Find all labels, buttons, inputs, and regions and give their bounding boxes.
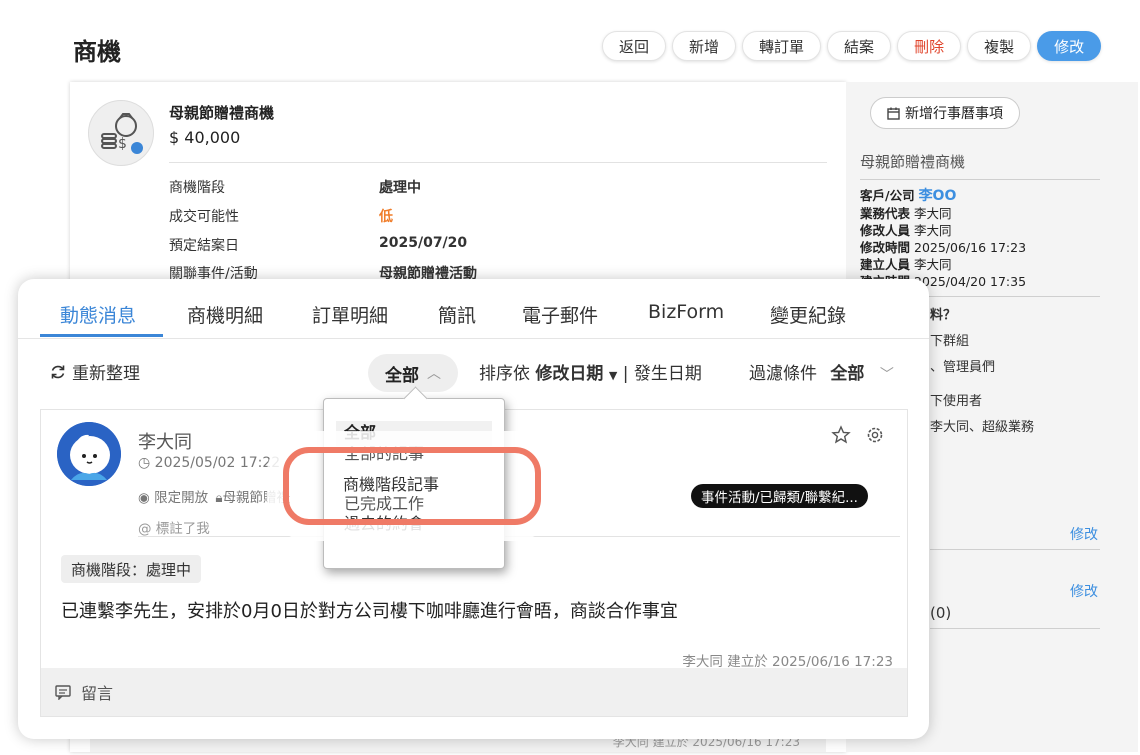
field-label: 預定結案日 xyxy=(169,238,239,254)
post-author[interactable]: 李大同 xyxy=(138,428,192,454)
meta-label: 修改人員 xyxy=(860,223,911,238)
comment-label: 留言 xyxy=(81,684,114,703)
field-row-close-date: 預定結案日 2025/07/20 xyxy=(169,235,467,255)
post-actions xyxy=(831,425,885,445)
panel-deal-title: 母親節贈禮商機 xyxy=(860,153,966,171)
field-value: 處理中 xyxy=(379,180,421,196)
field-row-probability: 成交可能性 低 xyxy=(169,206,393,226)
tag-me-link[interactable]: @ 標註了我 xyxy=(138,517,210,537)
edit-button[interactable]: 修改 xyxy=(1037,31,1102,61)
post-time: ◷ 2025/05/02 17:22 xyxy=(138,455,280,471)
field-label: 成交可能性 xyxy=(169,209,239,225)
chevron-up-icon: ︿ xyxy=(427,366,441,382)
panel-partial-text: (0) xyxy=(930,604,952,622)
filter-label: 過濾條件 xyxy=(749,364,817,384)
top-action-bar: 返回 新增 轉訂單 結案 刪除 複製 修改 xyxy=(602,31,1102,61)
field-row-stage: 商機階段 處理中 xyxy=(169,177,421,197)
meta-label: 業務代表 xyxy=(860,206,911,221)
meta-label: 客戶/公司 xyxy=(860,188,915,203)
tab-bizform[interactable]: BizForm xyxy=(648,301,724,323)
gear-icon[interactable] xyxy=(865,425,885,445)
tab-change-log[interactable]: 變更紀錄 xyxy=(770,301,846,328)
meta-value: 2025/04/20 17:35 xyxy=(914,274,1027,289)
copy-button[interactable]: 複製 xyxy=(967,31,1032,61)
meta-value: 李大同 xyxy=(914,257,952,272)
calendar-icon xyxy=(887,107,900,120)
activity-feed-panel: 動態消息 商機明細 訂單明細 簡訊 電子郵件 BizForm 變更紀錄 重新整理… xyxy=(18,279,929,739)
panel-edit-link[interactable]: 修改 xyxy=(1070,524,1098,544)
feed-type-value: 全部 xyxy=(385,365,419,386)
tab-bar: 動態消息 商機明細 訂單明細 簡訊 電子郵件 BizForm 變更紀錄 xyxy=(18,279,929,339)
page-title: 商機 xyxy=(73,38,121,66)
lock-icon: 🔒︎ xyxy=(215,490,223,506)
active-tab-indicator xyxy=(40,334,163,337)
meta-label: 修改時間 xyxy=(860,240,911,255)
field-value: 2025/07/20 xyxy=(379,235,468,251)
meta-label: 建立人員 xyxy=(860,257,911,272)
divider xyxy=(930,549,1100,550)
svg-text:$: $ xyxy=(118,136,127,152)
sort-alt-option[interactable]: | 發生日期 xyxy=(623,364,702,384)
caret-down-icon: ▼ xyxy=(608,369,618,382)
post-body: 已連繫李先生，安排於0月0日於對方公司樓下咖啡廳進行會晤，商談合作事宜 xyxy=(61,601,678,622)
star-icon[interactable] xyxy=(831,425,851,445)
clock-icon: ◷ xyxy=(138,455,151,471)
divider xyxy=(930,628,1100,629)
refresh-icon xyxy=(51,365,65,378)
filter-value: 全部 xyxy=(830,364,865,384)
panel-partial-text: 下群組 xyxy=(930,334,970,349)
divider xyxy=(138,536,900,537)
filter-control[interactable]: 過濾條件 全部 ﹀ xyxy=(749,359,894,384)
deal-avatar-icon: $ xyxy=(88,100,154,166)
eye-icon: ◉ xyxy=(138,490,150,506)
chevron-down-icon: ﹀ xyxy=(879,367,894,383)
panel-partial-text: 料？ xyxy=(930,308,957,323)
tab-email[interactable]: 電子郵件 xyxy=(522,301,598,328)
visibility-value: 限定開放 xyxy=(154,490,209,506)
deal-name: 母親節贈禮商機 xyxy=(169,104,275,122)
panel-edit-link[interactable]: 修改 xyxy=(1070,581,1098,601)
close-deal-button[interactable]: 結案 xyxy=(827,31,892,61)
dropdown-item-all[interactable]: 全部 xyxy=(336,421,492,446)
tab-order-details[interactable]: 訂單明細 xyxy=(312,301,388,328)
back-button[interactable]: 返回 xyxy=(602,31,667,61)
add-calendar-event-label: 新增行事曆事項 xyxy=(905,106,1003,122)
avatar xyxy=(57,422,121,486)
deal-amount: $ 40,000 xyxy=(169,128,241,147)
feed-type-select[interactable]: 全部 ︿ xyxy=(368,354,458,392)
field-value: 低 xyxy=(379,209,393,225)
post-related-link[interactable]: 母親節贈禮 xyxy=(223,490,291,506)
sort-active-option[interactable]: 修改日期 xyxy=(535,364,603,384)
panel-partial-text: 、管理員們 xyxy=(930,360,996,375)
post-created-note: 李大同 建立於 2025/06/16 17:23 xyxy=(682,654,893,670)
divider xyxy=(860,179,1100,180)
stage-tag: 商機階段：處理中 xyxy=(61,555,202,583)
panel-partial-text: 下使用者 xyxy=(930,394,983,409)
post-time-value: 2025/05/02 17:22 xyxy=(154,455,281,471)
sort-control: 排序依 修改日期 ▼ | 發生日期 xyxy=(479,359,702,384)
category-badge: 事件活動/已歸類/聯繫紀... xyxy=(691,484,868,508)
add-button[interactable]: 新增 xyxy=(672,31,737,61)
refresh-button[interactable]: 重新整理 xyxy=(50,359,140,384)
post-visibility: ◉ 限定開放 🔒︎母親節贈禮 xyxy=(138,486,290,506)
convert-to-order-button[interactable]: 轉訂單 xyxy=(742,31,822,61)
add-calendar-event-button[interactable]: 新增行事曆事項 xyxy=(870,97,1020,129)
customer-link[interactable]: 李OO xyxy=(919,188,957,204)
delete-button[interactable]: 刪除 xyxy=(897,31,962,61)
refresh-label: 重新整理 xyxy=(72,364,140,384)
panel-partial-text: 李大同、超級業務 xyxy=(930,420,1035,435)
comment-button[interactable]: 留言 xyxy=(41,668,907,716)
meta-value: 李大同 xyxy=(914,223,952,238)
divider xyxy=(169,162,827,163)
meta-value: 2025/06/16 17:23 xyxy=(914,240,1027,255)
tab-activity[interactable]: 動態消息 xyxy=(60,301,136,328)
tab-sms[interactable]: 簡訊 xyxy=(438,301,476,328)
dropdown-item-stage-notes-label[interactable]: 商機階段記事 xyxy=(343,471,439,495)
sort-label: 排序依 xyxy=(479,364,530,384)
comment-icon xyxy=(55,684,71,700)
panel-meta-list: 客戶/公司 李OO 業務代表 李大同 修改人員 李大同 修改時間 2025/06… xyxy=(860,187,1026,290)
meta-value: 李大同 xyxy=(914,206,952,221)
tab-deal-details[interactable]: 商機明細 xyxy=(187,301,263,328)
field-label: 商機階段 xyxy=(169,180,225,196)
